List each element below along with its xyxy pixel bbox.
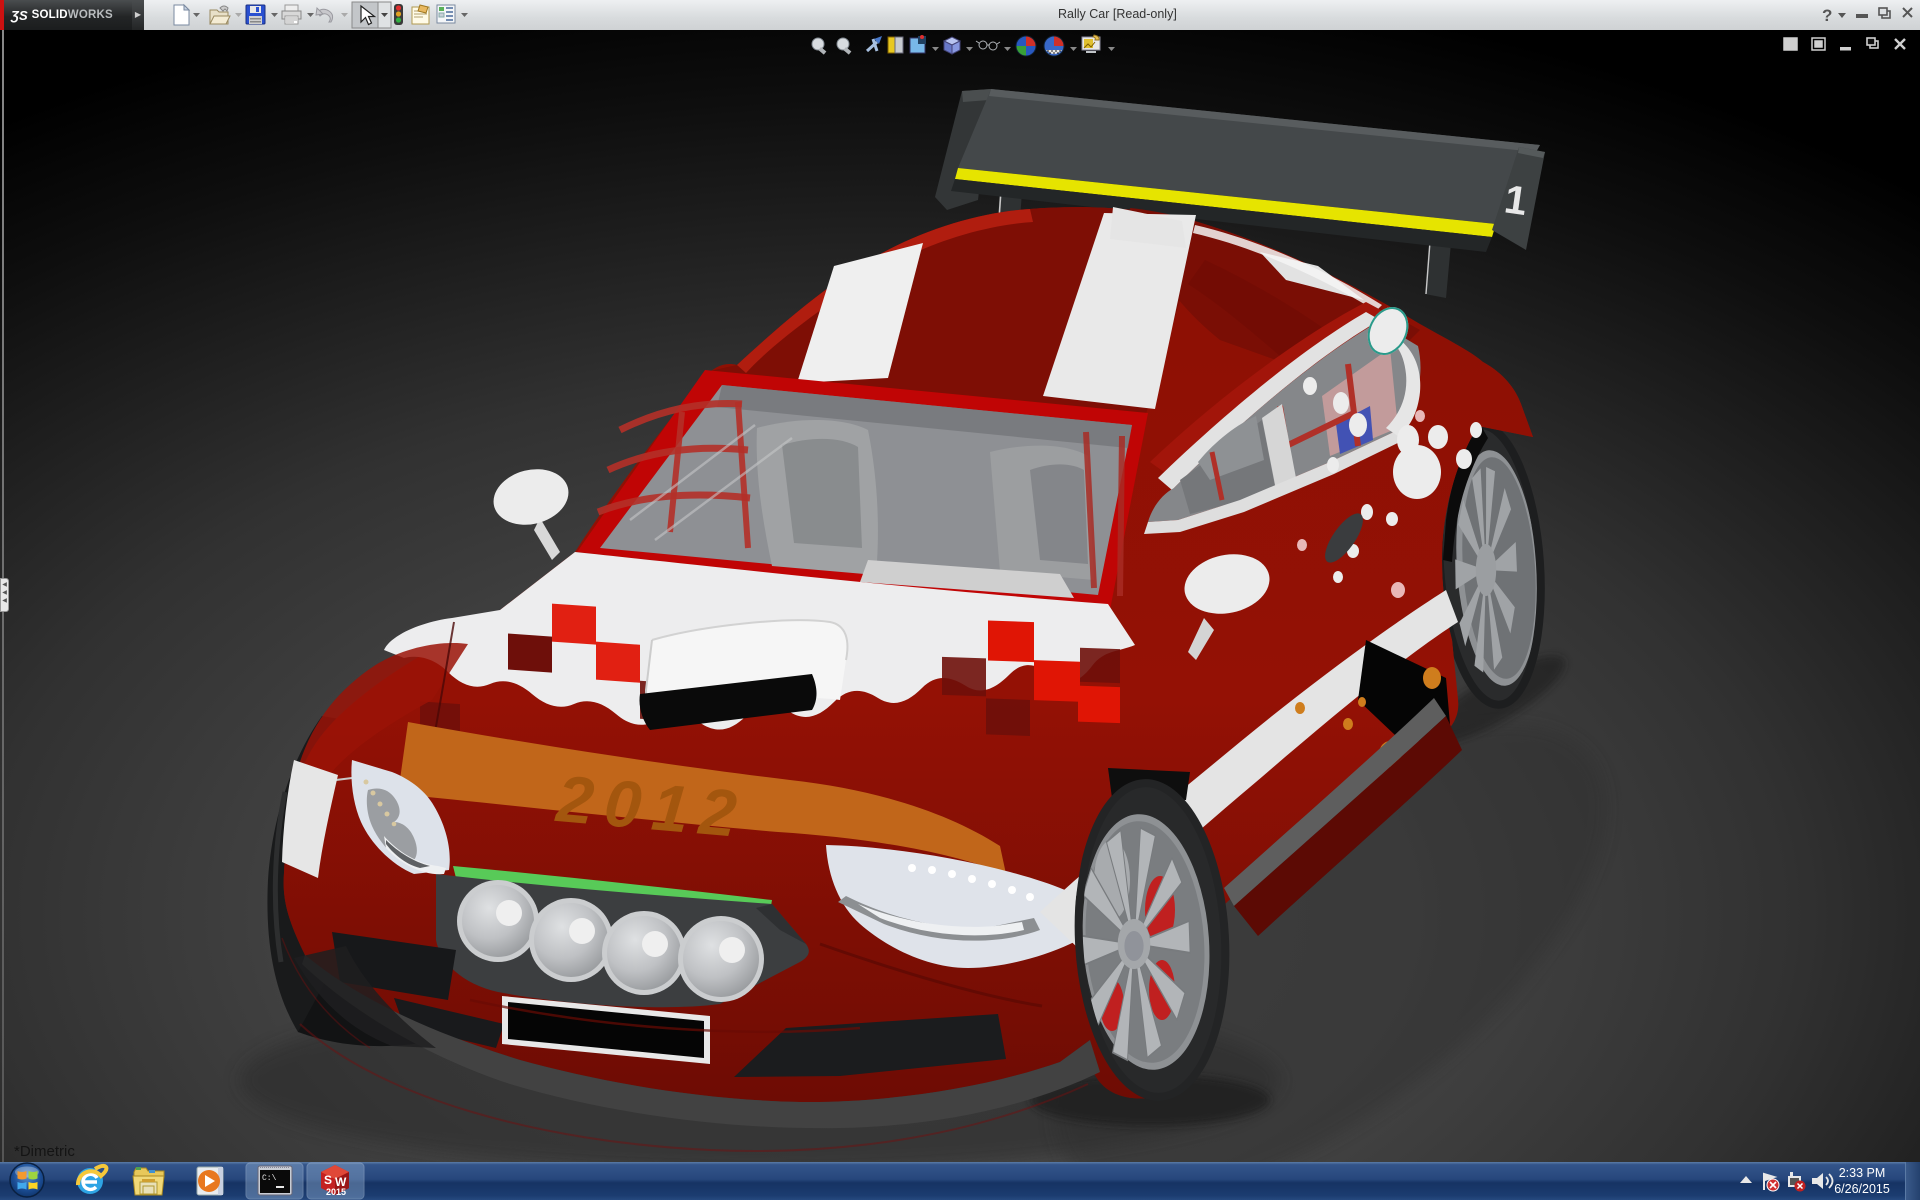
svg-text:2015: 2015 bbox=[326, 1187, 346, 1197]
svg-text:C:\: C:\ bbox=[262, 1174, 277, 1183]
svg-text:?: ? bbox=[1822, 6, 1832, 25]
svg-text:S: S bbox=[324, 1173, 332, 1187]
